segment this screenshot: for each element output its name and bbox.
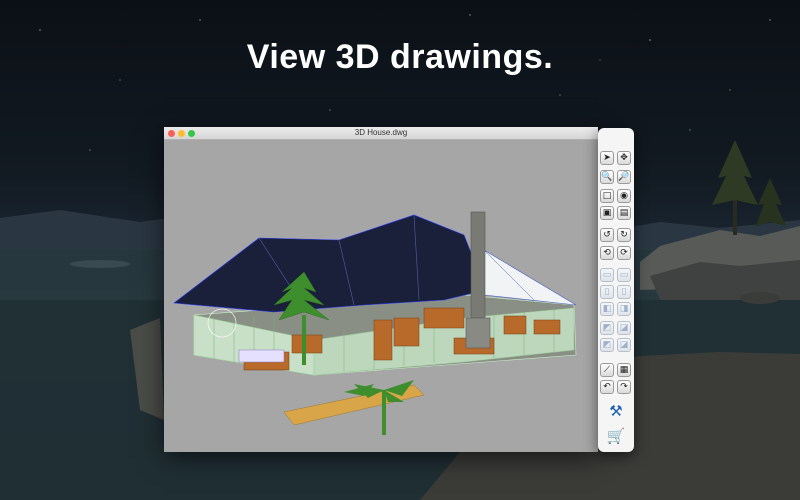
3d-viewport[interactable] [164, 140, 598, 452]
view-iso-se-icon[interactable]: ◪ [617, 321, 631, 335]
view-bottom-icon[interactable]: ▭ [617, 268, 631, 282]
move-icon[interactable]: ✥ [617, 151, 631, 165]
view-right-icon[interactable]: ◨ [617, 302, 631, 316]
view-top-icon[interactable]: ▭ [600, 268, 614, 282]
drawing-window: 3D House.dwg [164, 127, 598, 452]
select-arrow-icon[interactable]: ➤ [600, 151, 614, 165]
window-titlebar[interactable]: 3D House.dwg [164, 127, 598, 140]
print-icon[interactable]: ▤ [617, 206, 631, 220]
orbit-360-icon[interactable]: ⟲ [600, 246, 614, 260]
chimney [470, 211, 486, 323]
orbit-reset-icon[interactable]: ⟳ [617, 246, 631, 260]
rotate-left-icon[interactable]: ↺ [600, 228, 614, 242]
layers-icon[interactable]: ▦ [617, 363, 631, 377]
zoom-out-icon[interactable]: 🔎 [617, 170, 631, 184]
eye-icon[interactable]: ◉ [617, 189, 631, 203]
view-front-icon[interactable]: ▯ [600, 285, 614, 299]
cart-icon[interactable]: 🛒 [606, 427, 626, 447]
headline: View 3D drawings. [246, 38, 554, 76]
view-box-icon[interactable]: ▣ [600, 206, 614, 220]
rotate-right-icon[interactable]: ↻ [617, 228, 631, 242]
tools-icon[interactable]: ⚒ [606, 402, 626, 422]
view-left-icon[interactable]: ◧ [600, 302, 614, 316]
redo-icon[interactable]: ↷ [617, 380, 631, 394]
view-back-icon[interactable]: ▯ [617, 285, 631, 299]
view-iso-ne-icon[interactable]: ◪ [617, 338, 631, 352]
rectangle-icon[interactable]: □ [600, 189, 614, 203]
undo-icon[interactable]: ↶ [600, 380, 614, 394]
tool-palette: ➤ ✥ 🔍 🔎 □ ◉ ▣ ▤ ↺ ↻ ⟲ ⟳ ▭ ▭ ▯ ▯ ◧ ◨ ◩ ◪ … [598, 128, 634, 452]
view-iso-nw-icon[interactable]: ◩ [600, 338, 614, 352]
zoom-in-icon[interactable]: 🔍 [600, 170, 614, 184]
measure-icon[interactable]: ⟋ [600, 363, 614, 377]
view-iso-sw-icon[interactable]: ◩ [600, 321, 614, 335]
window-title: 3D House.dwg [354, 128, 408, 137]
